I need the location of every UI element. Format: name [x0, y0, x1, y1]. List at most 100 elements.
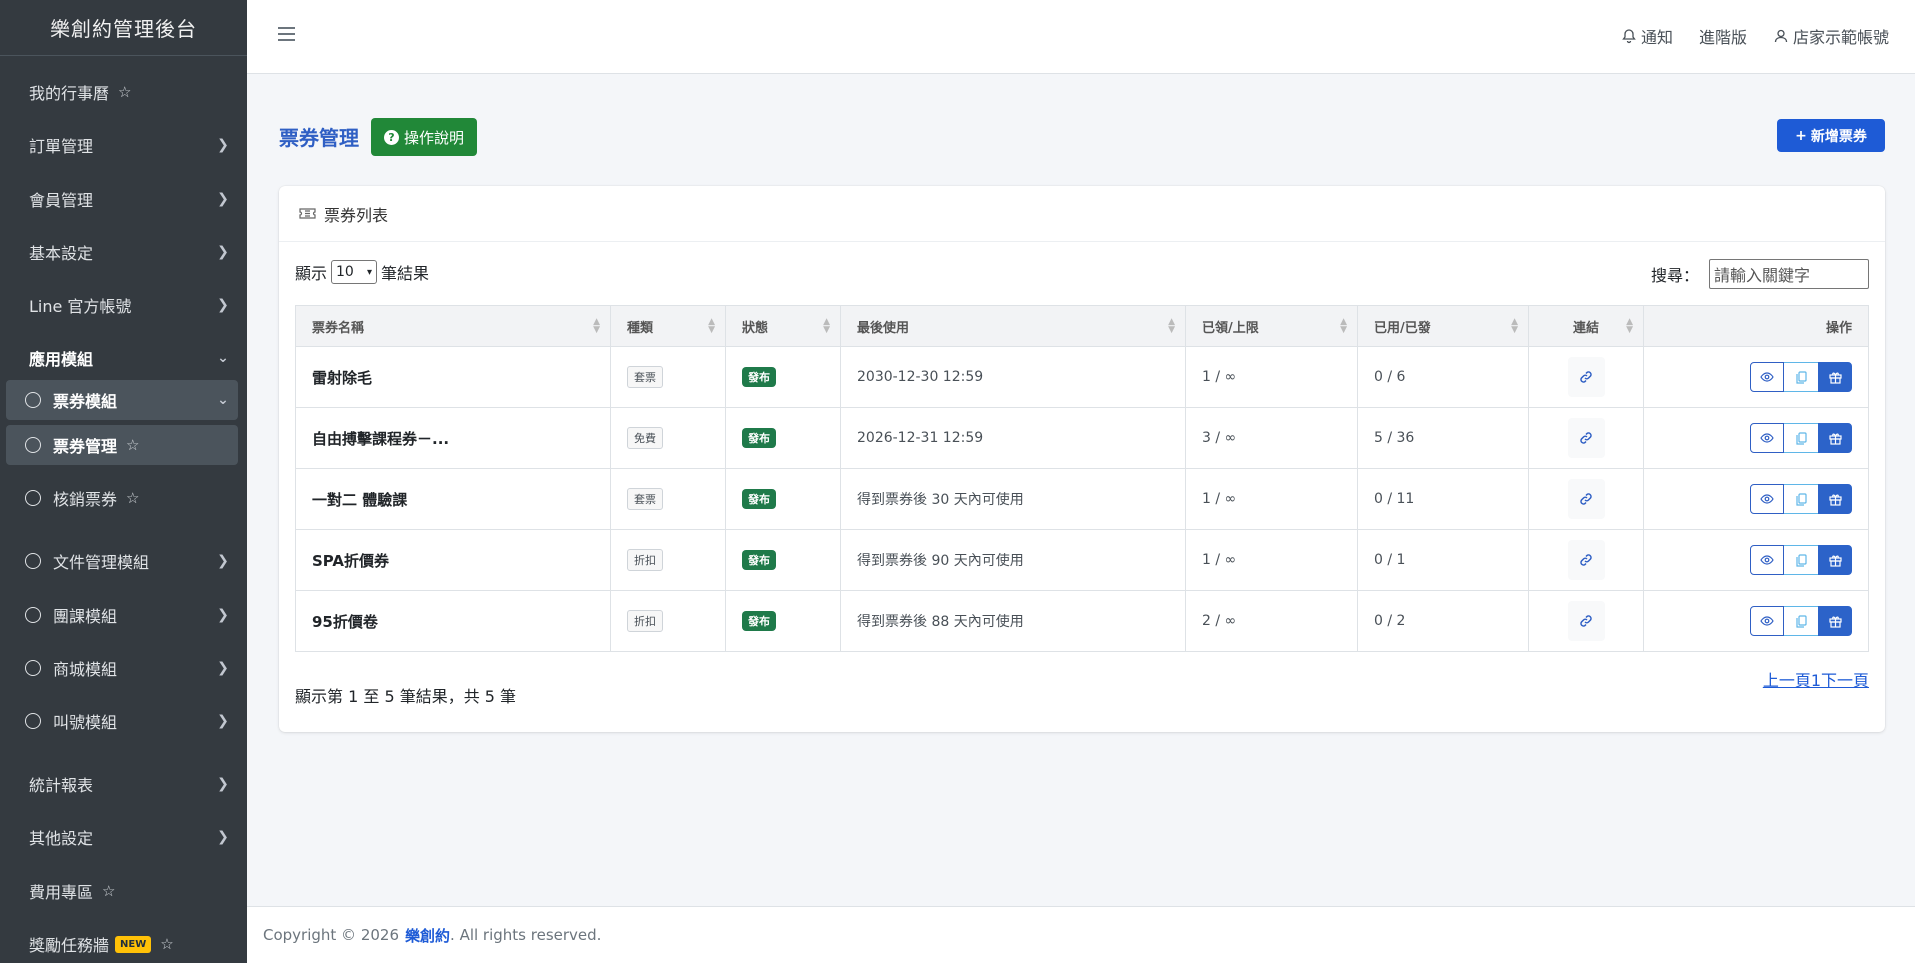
column-header-claimed[interactable]: 已領/上限 ▲ ▼: [1185, 305, 1358, 347]
sidebar-item-billing[interactable]: 費用專區 ☆: [6, 869, 238, 913]
column-header-link[interactable]: 連結 ▲ ▼: [1528, 305, 1644, 347]
chevron-right-icon: ❯: [217, 607, 229, 623]
gift-button[interactable]: [1818, 606, 1852, 636]
sidebar-item-label: 統計報表: [29, 776, 94, 795]
ticket-name[interactable]: SPA折價券: [295, 529, 611, 591]
ticket-name[interactable]: 一對二 體驗課: [295, 468, 611, 530]
sidebar-item-ticket-module[interactable]: 票券模組 ⌄: [6, 380, 238, 420]
link-button[interactable]: [1567, 601, 1605, 641]
eye-icon: [1760, 372, 1774, 382]
sidebar-item-orders[interactable]: 訂單管理 ❯: [6, 123, 238, 167]
star-icon[interactable]: ☆: [102, 882, 115, 900]
sidebar-item-redeem-ticket[interactable]: 核銷票券 ☆: [6, 476, 238, 520]
sort-icon: ▲ ▼: [1340, 317, 1347, 335]
column-header-last-used[interactable]: 最後使用 ▲ ▼: [840, 305, 1186, 347]
help-button[interactable]: ? 操作說明: [371, 118, 478, 156]
chevron-right-icon: ❯: [217, 553, 229, 569]
page-length-select[interactable]: 10 ▾: [331, 260, 378, 284]
column-header-status[interactable]: 狀態 ▲ ▼: [725, 305, 841, 347]
sort-icon: ▲ ▼: [1168, 317, 1175, 335]
link-button[interactable]: [1567, 540, 1605, 580]
sidebar-item-members[interactable]: 會員管理 ❯: [6, 177, 238, 221]
copy-button[interactable]: [1784, 484, 1818, 514]
sidebar-item-other-settings[interactable]: 其他設定 ❯: [6, 815, 238, 859]
chevron-right-icon: ❯: [217, 191, 229, 207]
hamburger-menu-icon[interactable]: [278, 27, 295, 41]
ticket-list-card: 票券列表 顯示 10 ▾ 筆結果 搜尋： 請輸入關鍵字 票券名稱 ▲ ▼ 種類 ▲ ▼ …: [279, 186, 1885, 732]
add-ticket-button[interactable]: + 新增票券: [1777, 119, 1885, 152]
sidebar-item-app-modules[interactable]: 應用模組 ⌄: [6, 336, 238, 380]
sidebar-item-document-module[interactable]: 文件管理模組 ❯: [6, 539, 238, 583]
ticket-icon: [299, 208, 316, 219]
column-header-actions: 操作: [1643, 305, 1869, 347]
last-used-cell: 得到票券後 30 天內可使用: [840, 468, 1186, 530]
sidebar-item-ticket-management[interactable]: 票券管理 ☆: [6, 425, 238, 465]
view-button[interactable]: [1750, 545, 1784, 575]
top-navbar: 通知 進階版 店家示範帳號: [247, 0, 1915, 74]
copy-button[interactable]: [1784, 362, 1818, 392]
gift-icon: [1828, 616, 1842, 628]
sidebar-item-label: 獎勵任務牆: [29, 936, 110, 955]
circle-icon: [25, 607, 41, 623]
account-menu[interactable]: 店家示範帳號: [1773, 24, 1889, 48]
column-header-type[interactable]: 種類 ▲ ▼: [610, 305, 726, 347]
sidebar-item-label: 叫號模組: [53, 713, 118, 732]
circle-icon: [25, 660, 41, 676]
gift-button[interactable]: [1818, 362, 1852, 392]
star-icon[interactable]: ☆: [160, 935, 173, 953]
view-button[interactable]: [1750, 362, 1784, 392]
table-row: 自由搏擊課程券－... 免費 發布 2026-12-31 12:59 3 / ∞…: [295, 407, 1869, 469]
sidebar-item-basic-settings[interactable]: 基本設定 ❯: [6, 230, 238, 274]
chevron-right-icon: ❯: [217, 776, 229, 792]
pagination[interactable]: 上一頁1下一頁: [1763, 667, 1869, 691]
last-used-cell: 得到票券後 88 天內可使用: [840, 590, 1186, 652]
sidebar-item-queue-module[interactable]: 叫號模組 ❯: [6, 699, 238, 743]
ticket-name[interactable]: 自由搏擊課程券－...: [295, 407, 611, 469]
chevron-right-icon: ❯: [217, 297, 229, 313]
chevron-down-icon: ⌄: [217, 350, 229, 366]
link-button[interactable]: [1567, 479, 1605, 519]
notifications-link[interactable]: 通知: [1621, 24, 1673, 48]
link-button[interactable]: [1567, 357, 1605, 397]
gift-icon: [1828, 555, 1842, 567]
column-header-used[interactable]: 已用/已發 ▲ ▼: [1357, 305, 1529, 347]
copy-button[interactable]: [1784, 545, 1818, 575]
chevron-right-icon: ❯: [217, 829, 229, 845]
view-button[interactable]: [1750, 484, 1784, 514]
view-button[interactable]: [1750, 606, 1784, 636]
link-button[interactable]: [1567, 418, 1605, 458]
ticket-name[interactable]: 雷射除毛: [295, 346, 611, 408]
star-icon[interactable]: ☆: [118, 83, 131, 101]
search-input[interactable]: 請輸入關鍵字: [1709, 259, 1869, 289]
sidebar-item-label: Line 官方帳號: [29, 297, 132, 316]
star-icon[interactable]: ☆: [126, 436, 139, 454]
chevron-down-icon: ⌄: [217, 392, 229, 408]
circle-icon: [25, 490, 41, 506]
sidebar-item-group-class-module[interactable]: 團課模組 ❯: [6, 593, 238, 637]
column-header-name[interactable]: 票券名稱 ▲ ▼: [295, 305, 611, 347]
sidebar-item-calendar[interactable]: 我的行事曆 ☆: [6, 70, 238, 114]
footer-brand-link[interactable]: 樂創約: [405, 925, 450, 946]
sidebar-item-reward-tasks[interactable]: 獎勵任務牆 NEW ☆: [6, 922, 238, 963]
copy-button[interactable]: [1784, 606, 1818, 636]
sort-icon: ▲ ▼: [1511, 317, 1518, 335]
eye-icon: [1760, 433, 1774, 443]
gift-button[interactable]: [1818, 545, 1852, 575]
sidebar-brand[interactable]: 樂創約管理後台: [0, 0, 247, 56]
table-info: 顯示第 1 至 5 筆結果，共 5 筆: [295, 687, 517, 706]
gift-button[interactable]: [1818, 423, 1852, 453]
copy-button[interactable]: [1784, 423, 1818, 453]
sidebar-item-line-account[interactable]: Line 官方帳號 ❯: [6, 283, 238, 327]
table-row: 一對二 體驗課 套票 發布 得到票券後 30 天內可使用 1 / ∞ 0 / 1…: [295, 468, 1869, 530]
sidebar-item-reports[interactable]: 統計報表 ❯: [6, 762, 238, 806]
view-button[interactable]: [1750, 423, 1784, 453]
chevron-right-icon: ❯: [217, 713, 229, 729]
chevron-down-icon: ▾: [366, 266, 373, 278]
star-icon[interactable]: ☆: [126, 489, 139, 507]
ticket-name[interactable]: 95折價卷: [295, 590, 611, 652]
sidebar-item-shop-module[interactable]: 商城模組 ❯: [6, 646, 238, 690]
plan-link[interactable]: 進階版: [1699, 24, 1747, 48]
type-badge: 折扣: [627, 549, 663, 571]
gift-button[interactable]: [1818, 484, 1852, 514]
last-used-cell: 得到票券後 90 天內可使用: [840, 529, 1186, 591]
